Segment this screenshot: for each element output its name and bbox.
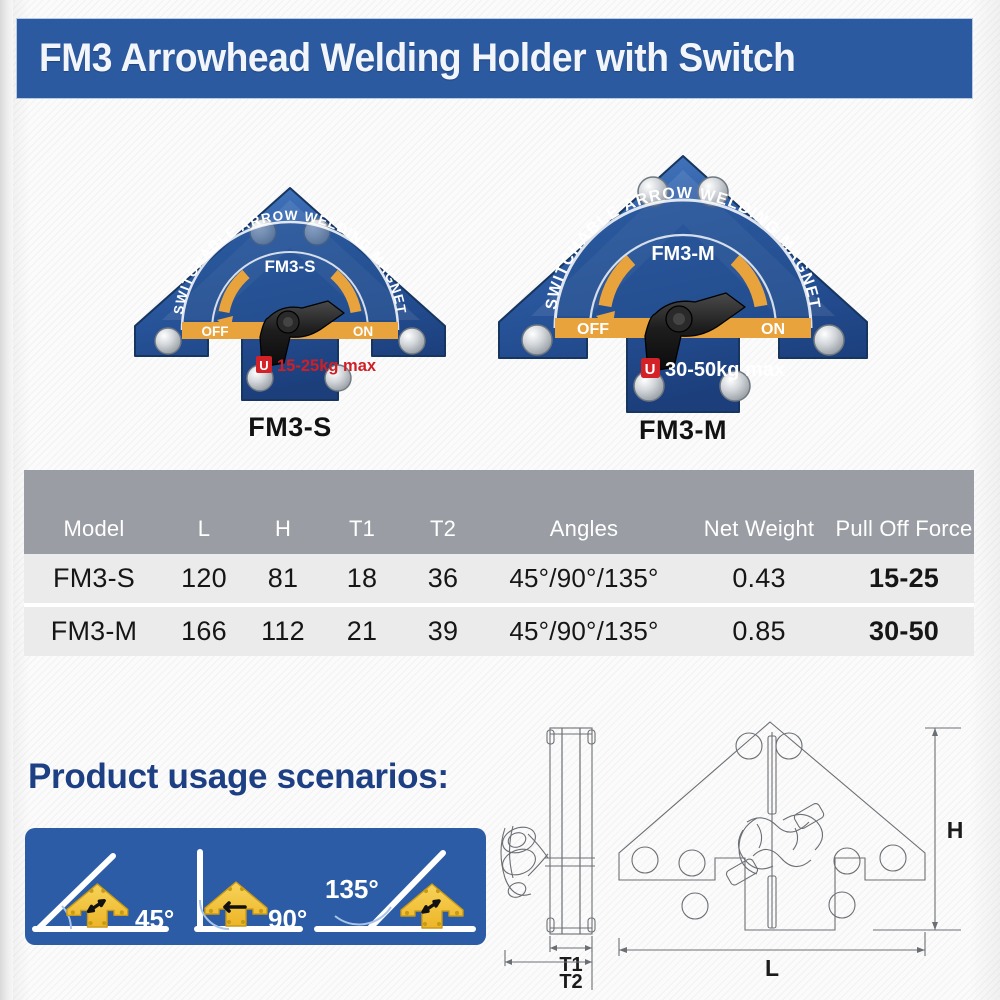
column-header-model: Model [24,470,164,554]
column-header-t2: T2 [402,470,484,554]
magnet-badge-glyph: U [645,361,656,378]
technical-drawing-svg: T1 T2 H L [500,721,964,993]
product-photo-fm3-m: SWITCHABLE ARROW WELDING MAGNET FM3-M OF… [483,130,883,450]
cell-pull-off-force: 30-50 [834,605,974,656]
dimension-label-h: H [947,817,964,843]
page-left-edge [0,0,13,1000]
cell-t1: 21 [322,605,402,656]
cell-l: 166 [164,605,244,656]
dimension-label-l: L [765,955,779,981]
infographic-page: FM3 Arrowhead Welding Holder with Switch [0,0,1000,1000]
product-caption: FM3-S [248,412,332,442]
spec-table-element: Model L H T1 T2 Angles Net Weight Pull O… [24,470,974,656]
fm3-s-magnet-illustration: SWITCHABLE ARROW WELDING MAGNET FM3-S OF… [134,187,446,401]
table-row: FM3-M 166 112 21 39 45°/90°/135° 0.85 30… [24,605,974,656]
title-banner: FM3 Arrowhead Welding Holder with Switch [16,18,973,99]
cell-t2: 39 [402,605,484,656]
usage-scenario-90: 90° [194,849,307,934]
switch-on-label: ON [761,321,785,338]
magnet-badge-glyph: U [259,358,268,373]
magnet-placed [204,881,268,927]
switch-off-label: OFF [577,321,609,338]
column-header-pull-off-force: Pull Off Force [834,470,974,554]
cell-angles: 45°/90°/135° [484,554,684,607]
usage-scenarios-heading: Product usage scenarios: [28,757,449,796]
cell-h: 112 [244,605,322,656]
dimension-h: H [873,727,964,931]
usage-scenarios-illustration: 45° 90° 135° [32,849,476,934]
angle-arc [334,906,392,926]
column-header-net-weight: Net Weight [684,470,834,554]
side-view [500,727,596,935]
usage-scenarios-panel: 45° 90° 135° [25,828,486,945]
dial-model-label: FM3-M [651,243,714,265]
product-caption: FM3-M [639,415,727,445]
cell-angles: 45°/90°/135° [484,605,684,656]
column-header-h: H [244,470,322,554]
switch-on-label: ON [353,324,373,339]
usage-scenario-135: 135° [314,850,476,932]
cell-model: FM3-S [24,554,164,607]
cell-model: FM3-M [24,605,164,656]
dimension-l: L [618,932,926,981]
page-title: FM3 Arrowhead Welding Holder with Switch [39,36,796,80]
fm3-m-magnet-illustration: SWITCHABLE ARROW WELDING MAGNET FM3-M OF… [498,155,868,413]
column-header-t1: T1 [322,470,402,554]
angle-label-135: 135° [325,874,379,904]
angle-label-90: 90° [268,904,307,934]
product-photo-fm3-s: SWITCHABLE ARROW WELDING MAGNET FM3-S OF… [120,160,460,450]
table-row: FM3-S 120 81 18 36 45°/90°/135° 0.43 15-… [24,554,974,607]
column-header-l: L [164,470,244,554]
capacity-text: 15-25kg max [277,357,377,375]
capacity-text: 30-50kg max [665,359,785,381]
cell-t1: 18 [322,554,402,607]
cell-h: 81 [244,554,322,607]
dimension-t1: T1 [549,936,593,976]
angle-label-45: 45° [135,904,174,934]
switch-off-label: OFF [202,324,229,339]
table-header-row: Model L H T1 T2 Angles Net Weight Pull O… [24,470,974,554]
dimension-label-t2: T2 [559,971,582,993]
cell-l: 120 [164,554,244,607]
table-body: FM3-S 120 81 18 36 45°/90°/135° 0.43 15-… [24,554,974,656]
table-header: Model L H T1 T2 Angles Net Weight Pull O… [24,470,974,554]
column-header-angles: Angles [484,470,684,554]
cell-t2: 36 [402,554,484,607]
technical-drawing: T1 T2 H L [495,700,1000,1000]
cell-net-weight: 0.85 [684,605,834,656]
usage-scenario-45: 45° [32,853,174,934]
cell-net-weight: 0.43 [684,554,834,607]
front-view [618,721,926,931]
spec-table: Model L H T1 T2 Angles Net Weight Pull O… [24,470,974,656]
dial-model-label: FM3-S [265,257,316,276]
cell-pull-off-force: 15-25 [834,554,974,607]
